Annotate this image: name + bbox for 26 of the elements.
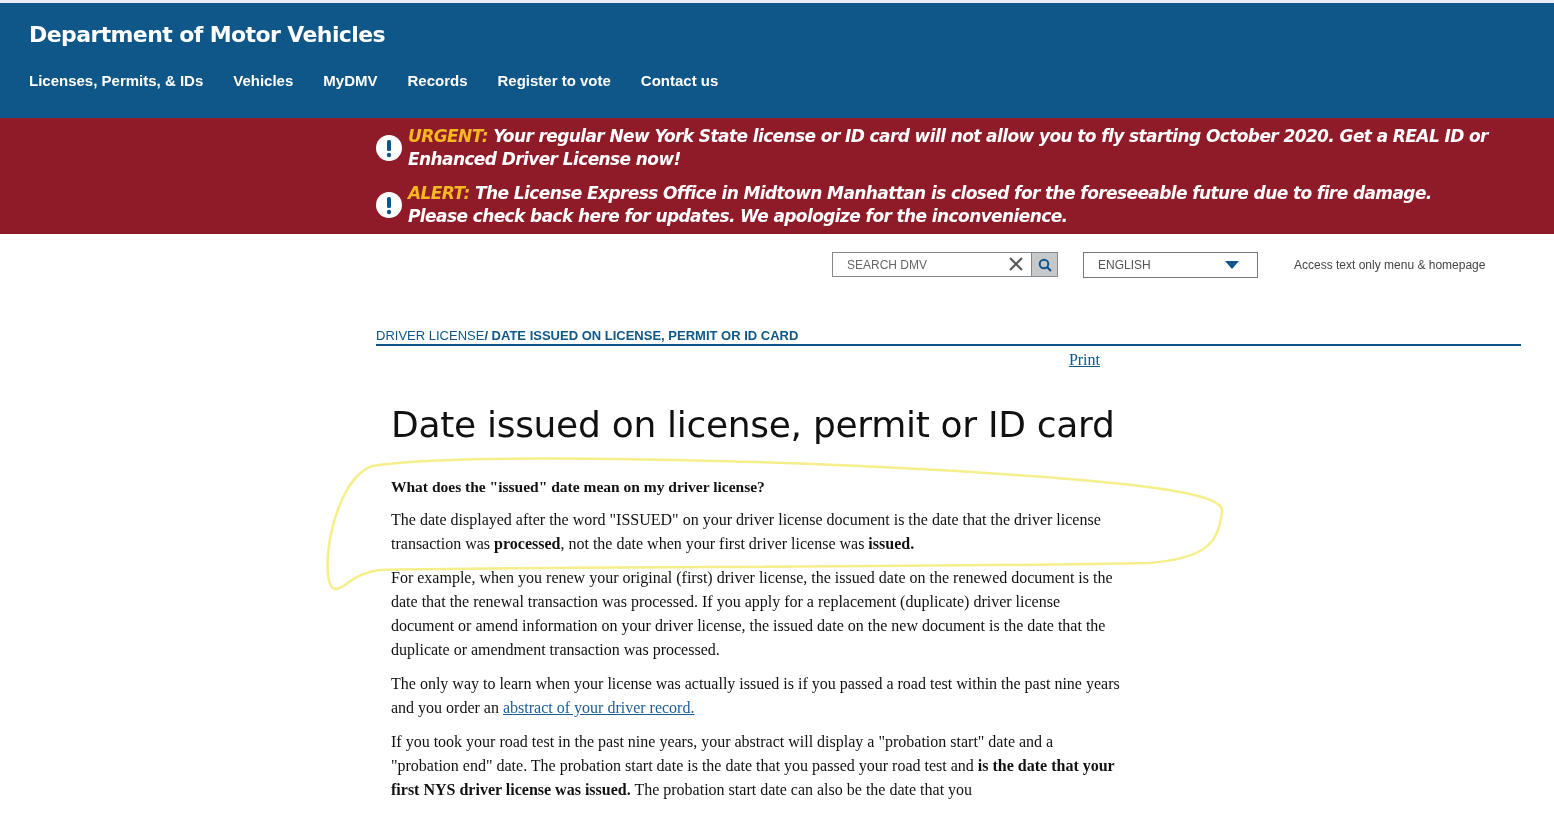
record-link[interactable]: abstract of your driver record. [502,699,695,716]
body-paragraph: The date displayed after the word "ISSUED" on your driver license document is the date that the driver license transaction was processed, not the date when your first driver license was issued. [391,510,1102,555]
search-icon [1037,257,1052,272]
body-paragraph: If you took your road test in the past nine years, your abstract will display a "probation start" date and a "probation end" date. The probation start date is the date that you passed your road test and is the date that your first NYS driver license was issued. The probation start date can also be the date that you [391,732,1116,801]
alert-message: URGENT: Your regular New York State license or ID card will not allow you to fly starting October 2020. Get a REAL ID or Enhanced Driver License now! [408,125,1490,171]
exclamation-icon [376,192,402,218]
question-heading: What does the "issued" date mean on my driver license? [391,477,766,497]
nav-link[interactable]: Licenses, Permits, & IDs [29,72,204,89]
nav-link[interactable]: Register to vote [497,72,611,89]
language-select[interactable]: ENGLISH [1083,251,1258,278]
nav-link[interactable]: MyDMV [323,72,378,89]
nav-link[interactable]: Records [407,72,468,89]
search-button[interactable] [1031,253,1057,276]
breadcrumb-current: / DATE ISSUED ON LICENSE, PERMIT OR ID CARD [484,328,799,343]
body-paragraph: For example, when you renew your original (first) driver license, the issued date on the renewed document is the date that the renewal transaction was processed. If you apply for a replacement (duplicate) driver license document or amend information on your driver license, the issued date on the new document is the date that the duplicate or amendment transaction was processed. [391,568,1114,661]
nav-link[interactable]: Vehicles [233,72,294,89]
nav-link[interactable]: Contact us [640,72,719,89]
body-paragraph: The only way to learn when your license was actually issued is if you passed a road test within the past nine years and you order an abstract of your driver record. [391,674,1121,719]
page-heading: Date issued on license, permit or ID card [391,404,1116,445]
text-only-link[interactable]: Access text only menu & homepage [1294,257,1486,272]
site-title: Department of Motor Vehicles [29,22,386,47]
breadcrumb-link[interactable]: DRIVER LICENSE [376,328,485,343]
print-link[interactable]: Print [1068,351,1100,369]
alert-message: ALERT: The License Express Office in Midtown Manhattan is closed for the foreseeable future due to fire damage. Please check back here for updates. We apologize for the inconvenience. [408,182,1433,228]
caret-icon [1225,260,1239,269]
exclamation-icon [376,135,402,161]
